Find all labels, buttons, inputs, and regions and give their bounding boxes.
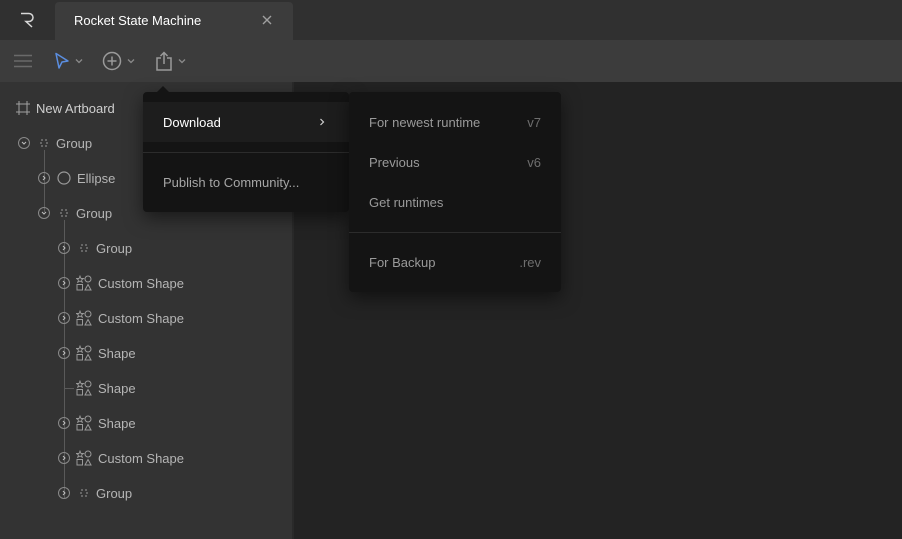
menu-divider [349, 232, 561, 233]
menu-icon [14, 54, 32, 68]
item-hint: .rev [519, 254, 541, 270]
tree-item[interactable]: Custom Shape [58, 308, 184, 328]
chevron-right-icon [320, 118, 325, 126]
shape-icon [76, 310, 92, 326]
shape-icon [76, 450, 92, 466]
chevron-right-icon[interactable] [58, 452, 70, 464]
tree-item[interactable]: Custom Shape [58, 448, 184, 468]
hamburger-menu-button[interactable] [13, 40, 33, 82]
tree-item[interactable]: Shape [58, 343, 136, 363]
tree-item-label: Group [96, 485, 133, 501]
shape-icon [76, 275, 92, 291]
menu-item-get-runtimes[interactable]: Get runtimes [349, 182, 561, 222]
tree-item[interactable]: Group [38, 203, 112, 223]
group-icon [60, 209, 68, 217]
chevron-right-icon[interactable] [58, 417, 70, 429]
close-icon[interactable] [259, 12, 275, 28]
tree-item[interactable]: Custom Shape [58, 273, 184, 293]
new-artboard-label: New Artboard [36, 100, 115, 116]
tree-item[interactable]: Group [58, 238, 132, 258]
chevron-down-icon [127, 59, 135, 64]
group-icon [80, 489, 88, 497]
tree-item[interactable]: Ellipse [38, 168, 115, 188]
chevron-right-icon[interactable] [58, 277, 70, 289]
chevron-down-icon [178, 59, 186, 64]
publish-label: Publish to Community... [163, 174, 300, 190]
toolbar [0, 40, 902, 82]
chevron-right-icon[interactable] [58, 312, 70, 324]
item-hint: v6 [527, 154, 541, 170]
chevron-right-icon[interactable] [58, 347, 70, 359]
select-tool-button[interactable] [54, 40, 83, 82]
add-tool-button[interactable] [102, 40, 135, 82]
shape-icon [76, 345, 92, 361]
tree-item-label: Shape [98, 380, 136, 396]
group-icon [40, 139, 48, 147]
chevron-right-icon[interactable] [58, 242, 70, 254]
export-menu: Download Publish to Community... [143, 86, 349, 212]
download-submenu: For newest runtime v7 Previous v6 Get ru… [349, 92, 561, 292]
shape-icon [76, 380, 92, 396]
item-hint: v7 [527, 114, 541, 130]
item-label: Previous [369, 154, 420, 170]
tree-line [64, 388, 74, 389]
menu-item-for-backup[interactable]: For Backup .rev [349, 242, 561, 282]
tree-item-label: Shape [98, 415, 136, 431]
tree-item-label: Group [56, 135, 93, 151]
menu-item-newest-runtime[interactable]: For newest runtime v7 [349, 102, 561, 142]
menu-item-download[interactable]: Download [143, 102, 349, 142]
artboard-icon [16, 101, 30, 115]
chevron-down-icon[interactable] [38, 207, 50, 219]
chevron-down-icon[interactable] [18, 137, 30, 149]
item-label: Get runtimes [369, 194, 444, 210]
chevron-right-icon[interactable] [58, 487, 70, 499]
share-icon [156, 51, 172, 71]
chevron-right-icon[interactable] [38, 172, 50, 184]
menu-item-publish[interactable]: Publish to Community... [143, 162, 349, 202]
tree-item[interactable]: Shape [58, 413, 136, 433]
menu-caret [157, 86, 169, 92]
item-label: For newest runtime [369, 114, 481, 130]
tree-item[interactable]: Shape [76, 378, 136, 398]
tree-item[interactable]: Group [18, 133, 92, 153]
tree-item-label: Group [96, 240, 133, 256]
rive-logo-icon[interactable] [0, 0, 55, 40]
tab-rocket-state-machine[interactable]: Rocket State Machine [55, 2, 293, 40]
tree-item-label: Ellipse [77, 170, 116, 186]
item-label: For Backup [369, 254, 436, 270]
tree-item-label: Group [76, 205, 113, 221]
menu-divider [143, 152, 349, 153]
chevron-down-icon [75, 59, 83, 64]
download-label: Download [163, 114, 221, 130]
export-button[interactable] [155, 40, 186, 82]
ellipse-icon [57, 171, 71, 185]
tab-title: Rocket State Machine [74, 13, 202, 28]
menu-item-previous[interactable]: Previous v6 [349, 142, 561, 182]
new-artboard-row[interactable]: New Artboard [16, 98, 115, 118]
tree-item-label: Custom Shape [98, 310, 184, 326]
plus-circle-icon [102, 51, 122, 71]
tree-item-label: Custom Shape [98, 275, 184, 291]
title-bar: Rocket State Machine [0, 0, 902, 40]
tree-item[interactable]: Group [58, 483, 132, 503]
group-icon [80, 244, 88, 252]
tree-item-label: Custom Shape [98, 450, 184, 466]
tree-item-label: Shape [98, 345, 136, 361]
cursor-icon [55, 52, 69, 69]
shape-icon [76, 415, 92, 431]
